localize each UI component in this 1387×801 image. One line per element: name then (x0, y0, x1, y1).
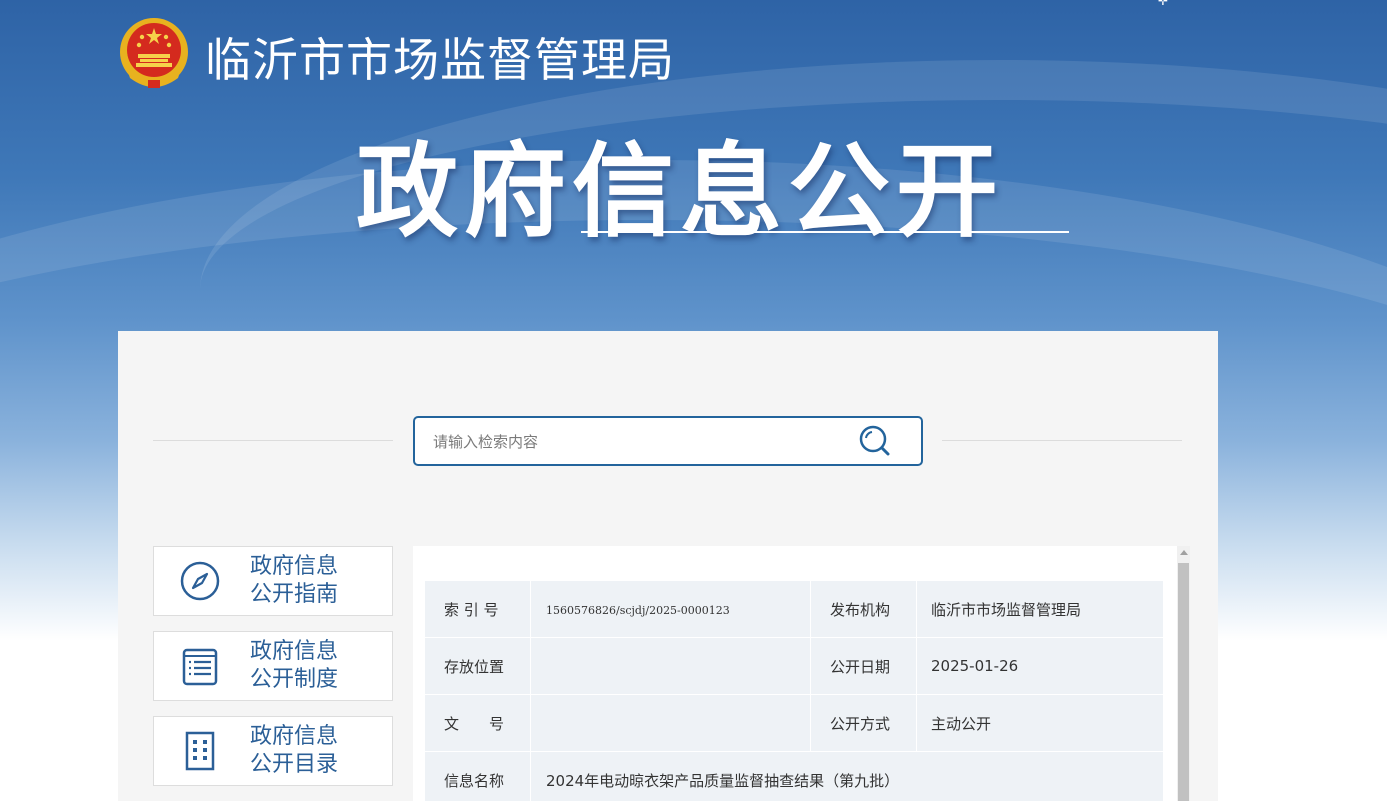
compass-icon (180, 561, 220, 601)
title-underline (581, 231, 1069, 233)
table-row: 存放位置 公开日期 2025-01-26 (424, 637, 1164, 695)
table-row: 信息名称 2024年电动晾衣架产品质量监督抽查结果（第九批） (424, 751, 1164, 801)
sidebar-item-label-line2: 公开制度 (250, 667, 339, 692)
sidebar-item-system[interactable]: 政府信息 公开制度 (153, 631, 393, 701)
divider-left (153, 440, 393, 441)
meta-value: 2025-01-26 (916, 637, 1164, 695)
scrollbar[interactable] (1177, 546, 1190, 801)
meta-value: 主动公开 (916, 694, 1164, 752)
search-box (413, 416, 923, 466)
meta-label: 文 号 (424, 694, 531, 752)
sidebar-item-label: 政府信息 公开制度 (250, 638, 370, 694)
national-emblem-icon (120, 18, 188, 88)
sidebar-item-label-line1: 政府信息 (250, 724, 339, 749)
document-name: 2024年电动晾衣架产品质量监督抽查结果（第九批） (530, 751, 1164, 801)
document-content: 索 引 号 1560576826/scjdj/2025-0000123 发布机构… (413, 546, 1177, 801)
building-grid-icon (185, 731, 215, 771)
search-input[interactable] (431, 418, 855, 466)
meta-value (530, 694, 811, 752)
table-row: 索 引 号 1560576826/scjdj/2025-0000123 发布机构… (424, 580, 1164, 638)
scroll-up-arrow-icon[interactable] (1180, 550, 1188, 555)
sidebar-item-label: 政府信息 公开目录 (250, 723, 370, 779)
sidebar-item-guide[interactable]: 政府信息 公开指南 (153, 546, 393, 616)
sidebar-item-label-line1: 政府信息 (250, 639, 339, 664)
sidebar-item-catalog[interactable]: 政府信息 公开目录 (153, 716, 393, 786)
scrollbar-thumb[interactable] (1178, 563, 1189, 801)
meta-label: 发布机构 (810, 580, 917, 638)
sidebar-item-label: 政府信息 公开指南 (250, 553, 370, 609)
sidebar-item-label-line2: 公开指南 (250, 582, 339, 607)
meta-label: 信息名称 (424, 751, 531, 801)
document-meta-table: 索 引 号 1560576826/scjdj/2025-0000123 发布机构… (424, 580, 1164, 801)
portal-title: 政府信息公开 (356, 133, 1004, 252)
meta-value: 临沂市市场监督管理局 (916, 580, 1164, 638)
meta-value: 1560576826/scjdj/2025-0000123 (530, 580, 811, 638)
corner-mark: ✛ (1158, 0, 1169, 8)
site-name[interactable]: 临沂市市场监督管理局 (205, 24, 675, 90)
sidebar-item-label-line1: 政府信息 (250, 554, 339, 579)
meta-label: 公开日期 (810, 637, 917, 695)
index-number: 1560576826/scjdj/2025-0000123 (546, 604, 730, 617)
meta-value (530, 637, 811, 695)
sidebar-item-label-line2: 公开目录 (250, 752, 339, 777)
document-list-icon (182, 648, 218, 686)
meta-label: 索 引 号 (424, 580, 531, 638)
search-icon (859, 425, 890, 456)
meta-label: 公开方式 (810, 694, 917, 752)
meta-label: 存放位置 (424, 637, 531, 695)
table-row: 文 号 公开方式 主动公开 (424, 694, 1164, 752)
divider-right (942, 440, 1182, 441)
search-button[interactable] (855, 424, 895, 458)
